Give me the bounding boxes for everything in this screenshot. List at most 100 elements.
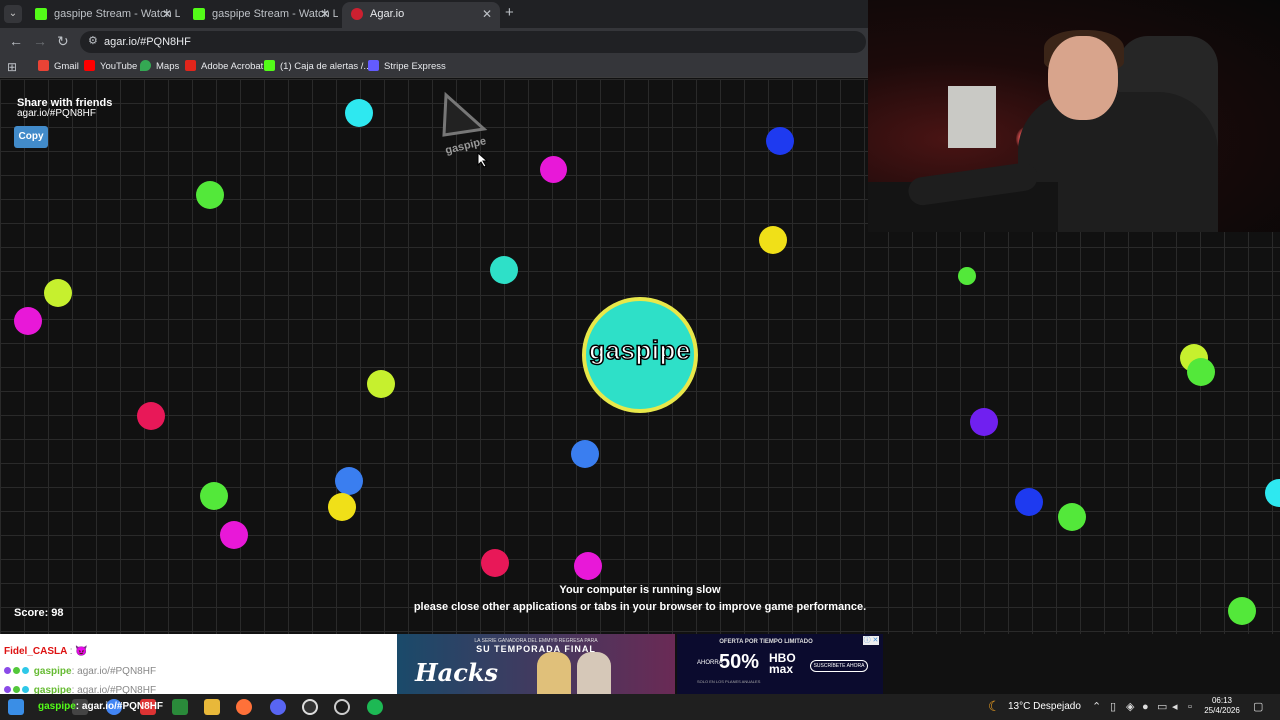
- windows-taskbar: gaspipe: agar.io/#PQN8HF ☾ 13°C Despejad…: [0, 694, 1280, 720]
- maps-icon: [140, 60, 151, 71]
- streamer-webcam: [868, 0, 1280, 232]
- address-bar[interactable]: ⚙ agar.io/#PQN8HF: [80, 31, 866, 53]
- food-pellet: [970, 408, 998, 436]
- hacks-ad-banner[interactable]: LA SERIE GANADORA DEL EMMY® REGRESA PARA…: [397, 634, 675, 694]
- food-pellet: [200, 482, 228, 510]
- mouse-cursor-icon: [477, 152, 489, 168]
- food-pellet: [196, 181, 224, 209]
- ad-close-icon[interactable]: ⓘ ✕: [863, 636, 879, 645]
- badge-icon: [4, 667, 11, 674]
- bookmark-caja-de-alertas[interactable]: (1) Caja de alertas /...: [264, 56, 371, 78]
- network-icon[interactable]: ▭: [1157, 694, 1167, 720]
- weather-text[interactable]: 13°C Despejado: [1008, 694, 1081, 720]
- share-link: agar.io/#PQN8HF: [17, 108, 96, 119]
- store-icon[interactable]: [172, 699, 188, 715]
- close-icon[interactable]: ✕: [320, 2, 330, 26]
- chevron-up-icon[interactable]: ⌃: [1092, 694, 1101, 720]
- food-pellet: [481, 549, 509, 577]
- gmail-icon: [38, 60, 49, 71]
- new-tab-button[interactable]: +: [505, 4, 514, 21]
- food-pellet: [490, 256, 518, 284]
- discord-icon[interactable]: [270, 699, 286, 715]
- webcam-person-head: [1048, 36, 1118, 120]
- food-pellet: [44, 279, 72, 307]
- alerts-icon: [264, 60, 275, 71]
- tab-kick-stream-1[interactable]: gaspipe Stream - Watch Live on Kick ✕: [26, 2, 180, 28]
- bookmarks-bar: ⊞ Gmail YouTube Maps Adobe Acrobat (1) C…: [0, 56, 868, 78]
- direction-arrow-icon: gaspipe: [442, 91, 487, 157]
- badge-icon: [13, 667, 20, 674]
- weather-moon-icon: ☾: [988, 698, 1001, 714]
- clock-date[interactable]: 25/4/2026: [1202, 706, 1242, 715]
- copy-button[interactable]: Copy: [14, 126, 48, 148]
- ad-discount: 50%: [719, 651, 760, 673]
- tab-agario[interactable]: Agar.io ✕: [342, 2, 500, 28]
- chat-overlay-message: gaspipe: agar.io/#PQN8HF: [38, 701, 164, 712]
- bookmark-adobe-acrobat[interactable]: Adobe Acrobat: [185, 56, 263, 78]
- volume-icon[interactable]: ◂: [1172, 694, 1178, 720]
- stream-chat-overlay: Fidel_CASLA : 😈 gaspipe: agar.io/#PQN8HF…: [0, 634, 397, 696]
- badge-icon: [4, 686, 11, 693]
- obs-icon[interactable]: [302, 699, 318, 715]
- food-pellet: [1187, 358, 1215, 386]
- back-icon[interactable]: ←: [9, 33, 23, 49]
- bookmark-stripe-express[interactable]: Stripe Express: [368, 56, 446, 78]
- chat-message: gaspipe: agar.io/#PQN8HF: [4, 666, 156, 677]
- food-pellet: [345, 99, 373, 127]
- microphone-icon[interactable]: ●: [1142, 694, 1149, 720]
- bookmark-gmail[interactable]: Gmail: [38, 56, 79, 78]
- url-text[interactable]: agar.io/#PQN8HF: [104, 31, 191, 53]
- food-pellet: [540, 156, 567, 183]
- ad-headline: SU TEMPORADA FINAL: [476, 644, 596, 654]
- food-pellet: [1228, 597, 1256, 625]
- badge-icon: [22, 686, 29, 693]
- food-pellet: [1058, 503, 1086, 531]
- food-pellet: [766, 127, 794, 155]
- hbo-max-logo: HBO max: [769, 651, 796, 676]
- player-name: gaspipe: [588, 334, 691, 366]
- apps-grid-icon[interactable]: ⊞: [7, 60, 17, 74]
- food-pellet: [14, 307, 42, 335]
- clock-time[interactable]: 06:13: [1202, 696, 1242, 705]
- ad-offer-text: OFERTA POR TIEMPO LIMITADO: [719, 639, 813, 645]
- badge-icon: [22, 667, 29, 674]
- food-pellet: [367, 370, 395, 398]
- tab-title: Agar.io: [370, 8, 405, 20]
- file-explorer-icon[interactable]: [204, 699, 220, 715]
- firefox-icon[interactable]: [236, 699, 252, 715]
- hbo-max-ad-banner[interactable]: OFERTA POR TIEMPO LIMITADO AHORRA 50% SO…: [677, 634, 883, 694]
- food-pellet: [137, 402, 165, 430]
- agario-icon: [351, 8, 363, 20]
- close-icon[interactable]: ✕: [482, 2, 492, 26]
- webcam-wall-poster: [948, 86, 996, 148]
- performance-warning-title: Your computer is running slow: [559, 584, 721, 596]
- ad-show-title: Hacks: [415, 658, 498, 687]
- food-pellet: [958, 267, 976, 285]
- chat-username: gaspipe: [33, 666, 72, 677]
- security-icon[interactable]: ◈: [1126, 694, 1134, 720]
- performance-warning-message: please close other applications or tabs …: [413, 601, 867, 613]
- ad-subscribe-button[interactable]: SUSCRÍBETE AHORA: [810, 660, 868, 672]
- emote-icon: 😈: [75, 646, 88, 657]
- forward-icon[interactable]: →: [33, 33, 47, 49]
- display-icon[interactable]: ▫: [1188, 694, 1192, 720]
- usb-icon[interactable]: ▯: [1110, 694, 1116, 720]
- browser-toolbar: ← → ↻ ⚙ agar.io/#PQN8HF: [0, 28, 868, 56]
- reload-icon[interactable]: ↻: [57, 33, 69, 50]
- food-pellet: [1015, 488, 1043, 516]
- youtube-icon: [84, 60, 95, 71]
- food-pellet: [574, 552, 602, 580]
- notifications-icon[interactable]: ▢: [1253, 694, 1263, 720]
- ad-actress-image: [577, 652, 611, 694]
- kick-icon: [35, 8, 47, 20]
- tab-kick-stream-2[interactable]: gaspipe Stream - Watch Live on Kick ✕: [184, 2, 338, 28]
- food-pellet: [220, 521, 248, 549]
- tab-search-button[interactable]: ⌄: [4, 5, 22, 23]
- site-info-icon[interactable]: ⚙: [88, 34, 98, 47]
- close-icon[interactable]: ✕: [162, 2, 172, 26]
- bookmark-youtube[interactable]: YouTube: [84, 56, 137, 78]
- bookmark-maps[interactable]: Maps: [140, 56, 179, 78]
- browser-tab-strip: ⌄ gaspipe Stream - Watch Live on Kick ✕ …: [0, 0, 868, 28]
- spotify-icon[interactable]: [367, 699, 383, 715]
- app-icon[interactable]: [334, 699, 350, 715]
